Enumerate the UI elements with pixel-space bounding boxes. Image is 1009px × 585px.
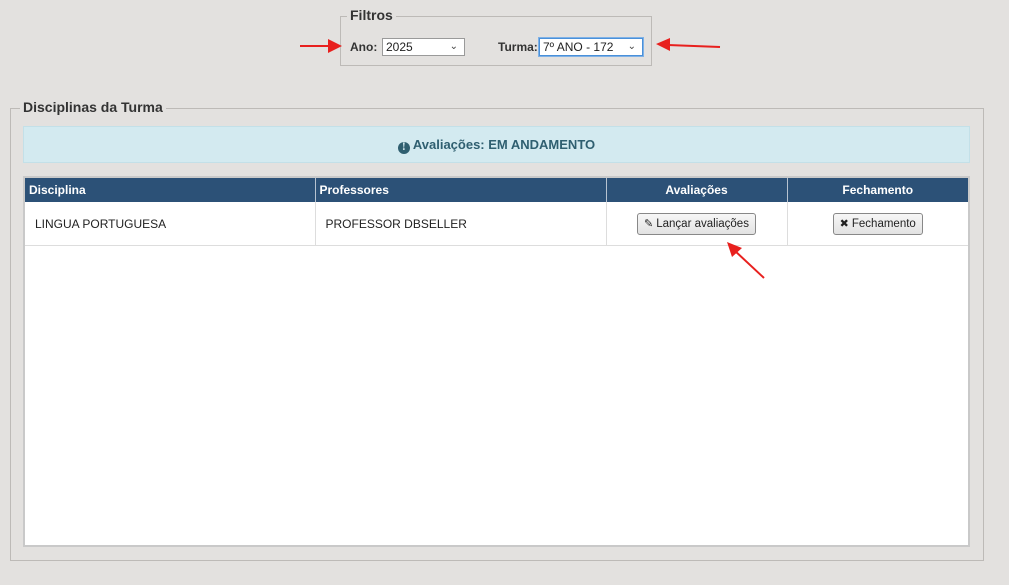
status-alert-text: Avaliações: EM ANDAMENTO <box>412 137 596 152</box>
filtros-fieldset: Filtros Ano: 2025 ⌄ Turma: 7º ANO - 172 … <box>340 7 652 66</box>
chevron-down-icon: ⌄ <box>449 41 458 52</box>
disciplinas-table: Disciplina Professores Avaliações Fecham… <box>25 178 968 246</box>
pencil-icon: ✎ <box>644 217 654 230</box>
cell-avaliacoes: ✎ Lançar avaliações <box>606 202 788 246</box>
page: Filtros Ano: 2025 ⌄ Turma: 7º ANO - 172 … <box>0 0 1009 585</box>
column-header-avaliacoes: Avaliações <box>606 178 788 202</box>
lancar-avaliacoes-button[interactable]: ✎ Lançar avaliações <box>637 212 756 235</box>
disciplinas-fieldset: Disciplinas da Turma ! Avaliações: EM AND… <box>10 99 984 561</box>
ano-select-value: 2025 <box>386 40 413 54</box>
annotation-arrow-ano <box>300 39 342 53</box>
turma-label: Turma: <box>498 40 538 54</box>
lancar-avaliacoes-label: Lançar avaliações <box>656 217 749 230</box>
chevron-down-icon: ⌄ <box>627 41 636 52</box>
cell-professor: PROFESSOR DBSELLER <box>315 202 607 246</box>
cell-fechamento: ✖ Fechamento <box>787 202 968 246</box>
filtros-legend: Filtros <box>347 7 396 23</box>
info-circle-icon: ! <box>397 142 410 154</box>
ano-label: Ano: <box>350 40 378 54</box>
annotation-arrow-turma <box>656 38 721 51</box>
column-header-professores: Professores <box>315 178 607 202</box>
tools-icon: ✖ <box>839 217 849 230</box>
disciplinas-legend: Disciplinas da Turma <box>20 99 166 115</box>
disciplinas-table-container: Disciplina Professores Avaliações Fecham… <box>23 176 970 547</box>
status-alert: ! Avaliações: EM ANDAMENTO <box>23 126 970 163</box>
column-header-fechamento: Fechamento <box>787 178 968 202</box>
cell-disciplina: LINGUA PORTUGUESA <box>25 202 316 246</box>
annotation-arrow-lancar <box>727 242 765 279</box>
table-row: LINGUA PORTUGUESA PROFESSOR DBSELLER ✎ La… <box>25 202 968 246</box>
table-header-row: Disciplina Professores Avaliações Fecham… <box>25 178 968 202</box>
fechamento-button[interactable]: ✖ Fechamento <box>832 212 923 235</box>
turma-select[interactable]: 7º ANO - 172 ⌄ <box>539 38 643 56</box>
fechamento-label: Fechamento <box>851 217 916 230</box>
column-header-disciplina: Disciplina <box>25 178 316 202</box>
turma-select-value: 7º ANO - 172 <box>543 40 614 54</box>
ano-select[interactable]: 2025 ⌄ <box>382 38 465 56</box>
